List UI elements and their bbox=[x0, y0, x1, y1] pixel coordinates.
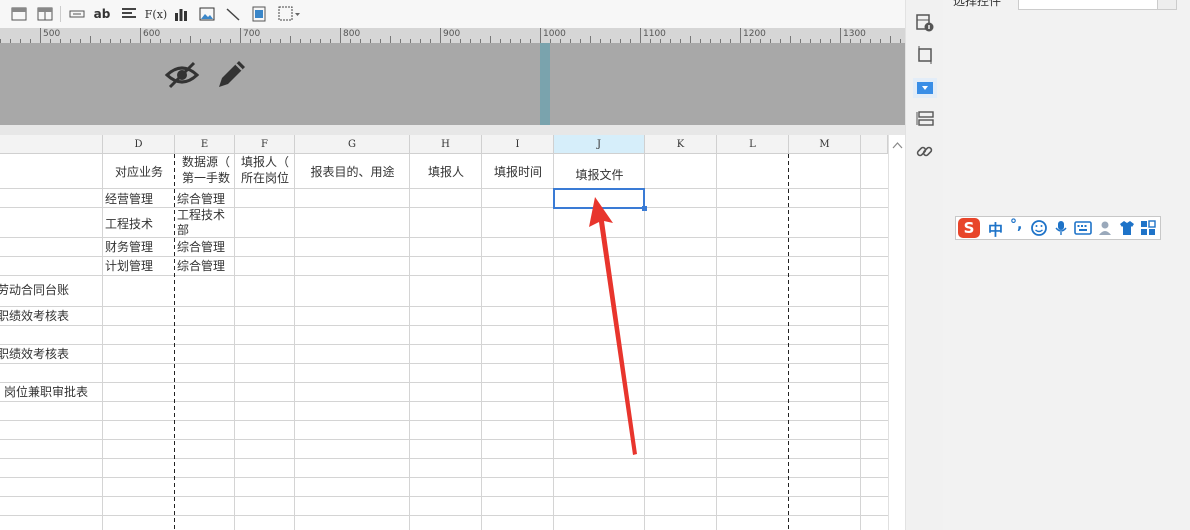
cell-d-header[interactable]: 对应业务 bbox=[103, 154, 175, 189]
horizontal-ruler: 500 600 700 800 900 1000 1100 1200 1300 bbox=[0, 28, 905, 44]
cell-e-row1[interactable]: 综合管理 bbox=[177, 190, 235, 208]
keyboard-icon[interactable] bbox=[1074, 221, 1092, 238]
text-ab-button[interactable]: ab bbox=[93, 5, 111, 23]
layout-a-icon[interactable] bbox=[10, 5, 28, 23]
page-boundary-marker bbox=[540, 43, 550, 125]
scroll-up-icon[interactable] bbox=[889, 137, 906, 153]
cell-f-header[interactable]: 填报人（ 所在岗位 bbox=[238, 154, 297, 189]
cell-f-header-line1: 填报人（ bbox=[241, 155, 290, 169]
toolbar-divider bbox=[60, 6, 61, 22]
design-canvas bbox=[0, 43, 905, 125]
text-field-icon[interactable] bbox=[68, 5, 86, 23]
right-icon-strip bbox=[905, 0, 944, 530]
column-header-blank bbox=[0, 135, 103, 154]
cell-d-row4[interactable]: 计划管理 bbox=[105, 257, 175, 275]
border-icon[interactable] bbox=[278, 5, 302, 23]
layout-b-icon[interactable] bbox=[36, 5, 54, 23]
cell-e-header[interactable]: 数据源（ 第一手数 bbox=[178, 154, 234, 189]
cell-left-partial[interactable]: 职绩效考核表 bbox=[0, 345, 97, 363]
property-panel: 选择控件 bbox=[943, 0, 1190, 530]
column-header-k[interactable]: K bbox=[645, 135, 717, 154]
ruler-label: 800 bbox=[343, 29, 361, 39]
cell-e-row2[interactable]: 工程技术 部 bbox=[177, 208, 235, 238]
toolbar: ab F(x) bbox=[0, 0, 905, 29]
red-arrow-annotation bbox=[589, 197, 637, 455]
skin-shirt-icon[interactable] bbox=[1119, 220, 1135, 239]
widget-settings-icon[interactable] bbox=[916, 14, 934, 32]
cell-j-header[interactable]: 填报文件 bbox=[554, 157, 645, 192]
cell-d-row2[interactable]: 工程技术 bbox=[105, 209, 175, 239]
align-icon[interactable] bbox=[120, 5, 138, 23]
column-header-e[interactable]: E bbox=[175, 135, 235, 154]
form-layout-icon[interactable] bbox=[916, 110, 934, 128]
cell-e-row2-line2: 部 bbox=[177, 223, 190, 237]
ruler-label: 900 bbox=[443, 29, 461, 39]
ruler-label: 1200 bbox=[743, 29, 766, 39]
sogou-logo-icon[interactable]: S bbox=[958, 218, 980, 238]
control-select-input[interactable] bbox=[1018, 0, 1177, 10]
column-header-h[interactable]: H bbox=[410, 135, 482, 154]
cell-e-row3[interactable]: 综合管理 bbox=[177, 238, 235, 256]
cell-d-row1[interactable]: 经营管理 bbox=[105, 190, 175, 208]
column-header-f[interactable]: F bbox=[235, 135, 295, 154]
cell-e-header-line1: 数据源（ bbox=[181, 155, 230, 169]
column-header-d[interactable]: D bbox=[103, 135, 175, 154]
select-dropdown-button[interactable] bbox=[1157, 0, 1176, 9]
ime-mode-label[interactable]: 中 bbox=[988, 219, 1003, 240]
image-icon[interactable] bbox=[198, 5, 216, 23]
column-header-j[interactable]: J bbox=[554, 135, 645, 154]
cell-d-row3[interactable]: 财务管理 bbox=[105, 238, 175, 256]
line-icon[interactable] bbox=[224, 5, 242, 23]
ruler-label: 500 bbox=[43, 29, 61, 39]
cell-left-partial[interactable]: 岗位兼职审批表 bbox=[4, 383, 104, 401]
cell-h-header[interactable]: 填报人 bbox=[410, 154, 482, 189]
cell-f-header-line2: 所在岗位 bbox=[241, 171, 290, 185]
ime-toolbar[interactable]: S 中 °, bbox=[955, 216, 1161, 240]
ime-punct-label[interactable]: °, bbox=[1010, 217, 1022, 233]
ruler-label: 700 bbox=[243, 29, 261, 39]
pencil-icon[interactable] bbox=[215, 57, 249, 91]
ruler-label: 1300 bbox=[843, 29, 866, 39]
column-header-l[interactable]: L bbox=[717, 135, 789, 154]
frame-icon[interactable] bbox=[250, 5, 268, 23]
cell-i-header[interactable]: 填报时间 bbox=[482, 154, 554, 189]
vertical-scrollbar[interactable] bbox=[888, 135, 906, 530]
cell-e-row4[interactable]: 综合管理 bbox=[177, 257, 235, 275]
ruler-label: 600 bbox=[143, 29, 161, 39]
cell-left-partial[interactable]: 劳动合同台账 bbox=[0, 281, 97, 299]
dropdown-control-icon[interactable] bbox=[913, 78, 937, 98]
ruler-label: 1000 bbox=[543, 29, 566, 39]
ruler-label: 1100 bbox=[643, 29, 666, 39]
link-icon[interactable] bbox=[916, 142, 934, 160]
hide-eye-icon[interactable] bbox=[164, 59, 200, 91]
user-icon[interactable] bbox=[1098, 220, 1114, 239]
emoji-icon[interactable] bbox=[1031, 220, 1047, 239]
column-header-extra bbox=[861, 135, 888, 154]
column-header-g[interactable]: G bbox=[295, 135, 410, 154]
cell-g-header[interactable]: 报表目的、用途 bbox=[295, 154, 410, 189]
cell-e-row2-line1: 工程技术 bbox=[177, 208, 226, 222]
section-separator bbox=[0, 125, 905, 135]
spreadsheet-grid[interactable]: D E F G H I J K L M 对应业务 数据源（ 第一手数 填报人（ … bbox=[0, 135, 888, 530]
panel-partial-label: 选择控件 bbox=[953, 0, 1002, 8]
column-header-i[interactable]: I bbox=[482, 135, 554, 154]
cell-e-header-line2: 第一手数 bbox=[181, 171, 230, 185]
microphone-icon[interactable] bbox=[1054, 220, 1068, 239]
bar-chart-icon[interactable] bbox=[172, 5, 190, 23]
toolbox-grid-icon[interactable] bbox=[1140, 220, 1156, 239]
crop-frame-icon[interactable] bbox=[916, 46, 934, 64]
cell-left-partial[interactable]: 职绩效考核表 bbox=[0, 307, 97, 325]
column-header-m[interactable]: M bbox=[789, 135, 861, 154]
formula-button[interactable]: F(x) bbox=[145, 5, 167, 23]
